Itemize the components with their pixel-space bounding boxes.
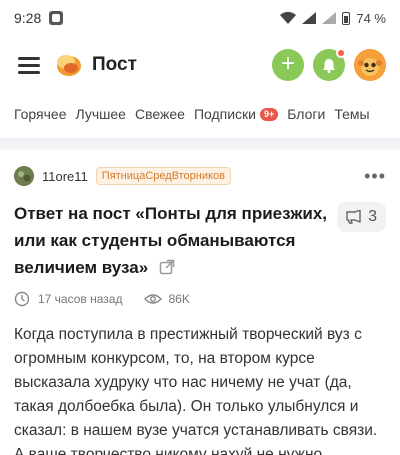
plus-icon: +: [280, 50, 295, 77]
tab-label: Лучшее: [75, 106, 126, 122]
tab-best[interactable]: Лучшее: [76, 106, 126, 122]
battery-percent: 74 %: [356, 10, 386, 26]
notification-dot: [336, 48, 346, 58]
signal-icon: [302, 12, 317, 24]
signal-icon-secondary: [322, 12, 337, 24]
post-header: 11ore11 ПятницаСредВторников •••: [14, 160, 386, 192]
author-name[interactable]: 11ore11: [42, 169, 88, 184]
wifi-icon: [280, 12, 297, 24]
post-title[interactable]: Ответ на пост «Понты для приезжих, или к…: [14, 200, 337, 281]
tab-blogs[interactable]: Блоги: [287, 106, 325, 122]
tab-label: Подписки: [193, 106, 256, 122]
battery-icon: [342, 11, 351, 25]
author-avatar[interactable]: [14, 166, 34, 186]
tab-label: Блоги: [287, 106, 326, 122]
tab-label: Горячее: [14, 106, 67, 122]
add-post-button[interactable]: +: [272, 49, 304, 81]
tab-hot[interactable]: Горячее: [14, 106, 67, 122]
notification-icon: [49, 11, 64, 25]
bell-icon: [323, 58, 335, 73]
comments-button[interactable]: 3: [337, 202, 386, 232]
post-card: 11ore11 ПятницаСредВторников ••• Ответ н…: [0, 150, 400, 455]
tab-label: Темы: [334, 106, 370, 122]
post-body: Когда поступила в престижный творческий …: [14, 326, 378, 455]
comments-count: 3: [368, 208, 377, 225]
eye-icon: [144, 294, 163, 304]
notifications-button[interactable]: [313, 48, 346, 81]
views-counter: 86K: [144, 292, 190, 306]
logo-icon[interactable]: [54, 51, 82, 79]
tab-fresh[interactable]: Свежее: [135, 106, 185, 122]
status-time: 9:28: [14, 10, 42, 26]
tab-topics[interactable]: Темы: [334, 106, 369, 122]
app-header: Пост +: [0, 36, 400, 94]
comment-icon: [346, 210, 361, 224]
status-bar: 9:28 74 %: [0, 0, 400, 36]
feed-tabs: Горячее Лучшее Свежее Подписки 9+ Блоги …: [0, 94, 400, 134]
post-time: 17 часов назад: [38, 292, 123, 306]
external-link-icon[interactable]: [159, 259, 175, 275]
tab-label: Свежее: [134, 106, 185, 122]
community-badge[interactable]: ПятницаСредВторников: [95, 167, 231, 185]
post-meta: 17 часов назад 86K: [14, 291, 386, 307]
page-title: Пост: [92, 54, 137, 75]
avatar[interactable]: [354, 49, 386, 81]
views-count: 86K: [168, 292, 190, 306]
tab-subscriptions[interactable]: Подписки 9+: [193, 106, 279, 122]
more-icon[interactable]: •••: [364, 166, 386, 187]
menu-icon[interactable]: [18, 56, 40, 74]
section-divider: [0, 138, 400, 150]
clock-icon: [14, 291, 30, 307]
subscriptions-badge: 9+: [260, 107, 279, 121]
